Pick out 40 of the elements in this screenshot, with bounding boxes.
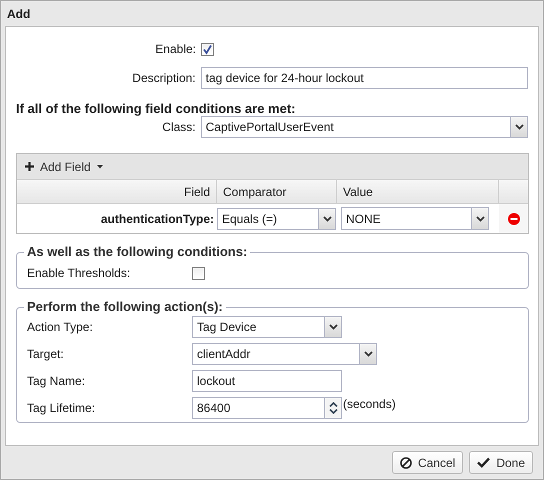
fieldset-legend: Perform the following action(s): [24, 299, 226, 315]
section-heading: If all of the following field conditions are met: [16, 102, 297, 116]
plus-icon [25, 162, 34, 171]
field-label: Enable: [155, 42, 196, 56]
caret-icon [328, 324, 338, 330]
unit-label: (seconds) [343, 397, 396, 411]
dropdown[interactable]: clientAddr [192, 343, 377, 365]
field-label: Target: [27, 347, 64, 361]
caret-icon [364, 351, 372, 357]
caret-icon [476, 216, 484, 222]
dropdown[interactable]: Tag Device [192, 316, 342, 338]
dropdown[interactable]: NONE [341, 207, 489, 230]
field-name: authenticationType: [100, 212, 214, 226]
remove-icon[interactable] [508, 212, 520, 224]
field-label: Action Type: [27, 320, 93, 334]
dialog-title: Add [7, 6, 30, 22]
fieldset-legend: As well as the following conditions: [24, 244, 250, 260]
number-input[interactable]: 86400 [192, 397, 342, 419]
field-label: Class: [162, 120, 196, 134]
field-label: Tag Lifetime: [27, 401, 96, 415]
cancel-button[interactable]: Cancel [392, 451, 464, 474]
input-field[interactable]: tag device for 24-hour lockout [200, 67, 528, 89]
checkbox[interactable] [192, 266, 205, 280]
checkmark-icon [477, 457, 490, 468]
dropdown[interactable]: CaptivePortalUserEvent [200, 116, 528, 138]
done-button[interactable]: Done [469, 451, 533, 474]
field-label: Description: [132, 71, 196, 85]
input-field[interactable]: lockout [192, 370, 342, 392]
column-header: Comparator [217, 180, 337, 203]
dropdown[interactable]: Equals (=) [217, 208, 336, 230]
caret-icon [514, 124, 524, 130]
field-label: Enable Thresholds: [27, 266, 130, 280]
column-header: Field [17, 180, 217, 203]
caret-icon [322, 216, 332, 222]
checkbox[interactable] [201, 42, 214, 56]
column-header: Value [337, 180, 499, 203]
field-label: Tag Name: [27, 374, 86, 388]
add-field-button[interactable]: Add Field [25, 158, 103, 176]
caret-icon [96, 164, 103, 168]
cancel-icon [400, 456, 412, 468]
